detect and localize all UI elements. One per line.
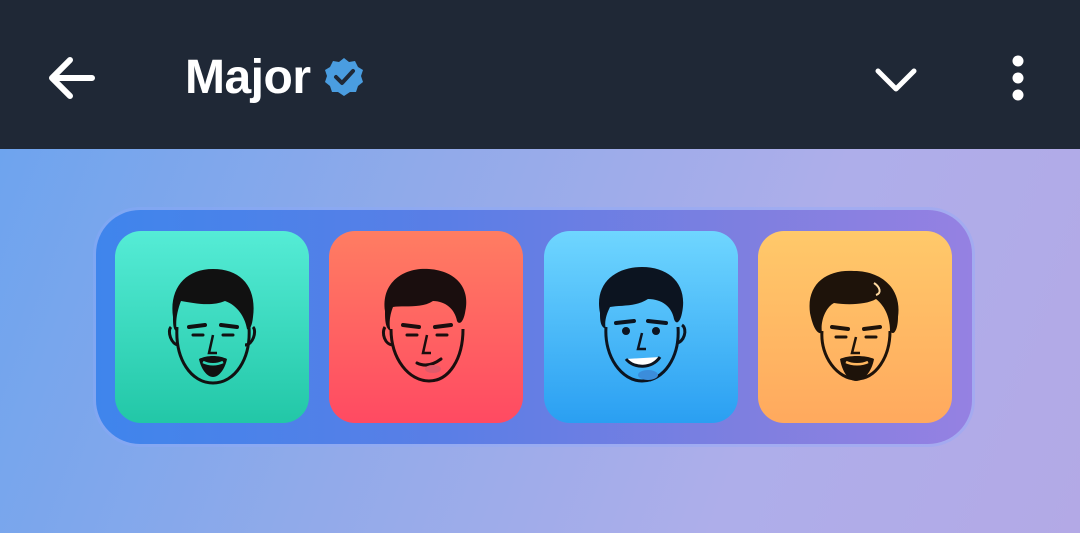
face-smirk-icon xyxy=(381,268,467,383)
title-group[interactable]: Major xyxy=(185,45,365,109)
face-goatee-icon xyxy=(167,269,257,385)
more-vertical-icon xyxy=(1012,55,1024,101)
avatar-card-2[interactable] xyxy=(329,231,523,423)
face-smile-icon xyxy=(599,267,687,383)
avatar-card-4[interactable] xyxy=(758,231,952,423)
verified-badge-icon xyxy=(324,58,363,96)
arrow-left-icon xyxy=(49,57,95,99)
content-area xyxy=(0,149,1080,533)
more-options-button[interactable] xyxy=(993,52,1043,108)
face-long-hair-icon xyxy=(809,270,899,381)
page-title: Major xyxy=(185,50,311,104)
app-bar: Major xyxy=(0,0,1080,149)
avatar-card-1[interactable] xyxy=(115,231,309,423)
back-button[interactable] xyxy=(40,48,102,110)
expand-button[interactable] xyxy=(868,52,924,108)
chevron-down-icon xyxy=(875,68,917,92)
avatar-tray xyxy=(96,210,972,444)
avatar-card-3[interactable] xyxy=(544,231,738,423)
